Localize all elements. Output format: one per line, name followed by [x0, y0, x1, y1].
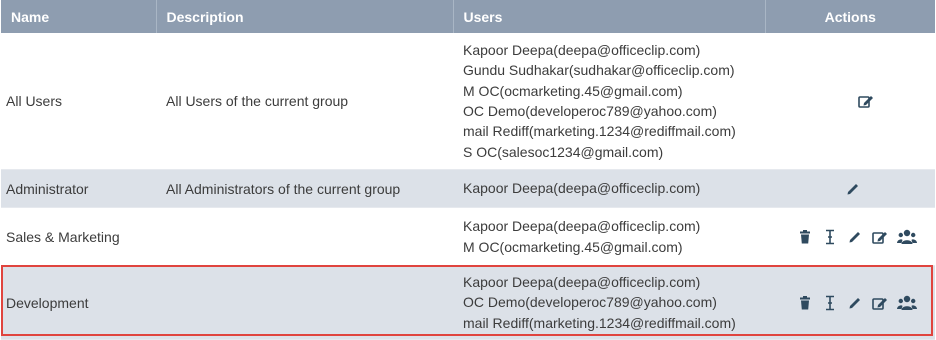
user-entry: S OC(salesoc1234@gmail.com)	[463, 143, 664, 160]
users-icon[interactable]	[896, 229, 917, 245]
row-actions	[765, 33, 935, 170]
user-entry: M OC(ocmarketing.45@gmail.com)	[463, 238, 683, 255]
edit-details-icon[interactable]	[857, 93, 874, 109]
group-description	[156, 265, 453, 340]
header-description[interactable]: Description	[156, 0, 454, 33]
user-entry: M OC(ocmarketing.45@gmail.com)	[463, 82, 683, 99]
group-name: Administrator	[1, 169, 156, 208]
edit-details-icon[interactable]	[871, 229, 888, 245]
text-cursor-icon[interactable]	[822, 295, 838, 311]
user-entry: mail Rediff(marketing.1234@rediffmail.co…	[463, 314, 736, 331]
header-name[interactable]: Name	[1, 0, 157, 33]
users-icon[interactable]	[896, 295, 917, 311]
group-description: All Users of the current group	[156, 33, 453, 170]
table-header-row: Name Description Users Actions	[1, 0, 935, 33]
group-description: All Administrators of the current group	[156, 169, 453, 208]
trash-icon[interactable]	[797, 229, 813, 245]
header-actions: Actions	[765, 0, 935, 33]
header-users[interactable]: Users	[453, 0, 766, 33]
user-entry: OC Demo(developeroc789@yahoo.com)	[463, 103, 717, 119]
table-row: All Users All Users of the current group…	[1, 33, 935, 170]
user-entry: OC Demo(developeroc789@yahoo.com)	[463, 294, 717, 311]
user-entry: Gundu Sudhakar(sudhakar@officeclip.com)	[463, 62, 735, 79]
table-row: Administrator All Administrators of the …	[1, 169, 935, 208]
text-cursor-icon[interactable]	[822, 229, 838, 245]
group-description	[156, 207, 453, 266]
row-actions	[765, 169, 935, 208]
group-name: Sales & Marketing	[1, 207, 156, 266]
pencil-icon[interactable]	[847, 229, 863, 245]
groups-table-container: Name Description Users Actions All Users…	[0, 0, 936, 340]
group-users: Kapoor Deepa(deepa@officeclip.com) M OC(…	[453, 207, 765, 266]
table-row: Sales & Marketing Kapoor Deepa(deepa@off…	[1, 207, 935, 266]
user-entry: Kapoor Deepa(deepa@officeclip.com)	[463, 218, 701, 235]
group-users: Kapoor Deepa(deepa@officeclip.com) OC De…	[453, 265, 765, 340]
edit-details-icon[interactable]	[871, 295, 888, 311]
table-row[interactable]: Development Kapoor Deepa(deepa@officecli…	[1, 265, 935, 340]
pencil-icon[interactable]	[847, 295, 863, 311]
group-users: Kapoor Deepa(deepa@officeclip.com) Gundu…	[453, 33, 765, 170]
row-actions	[765, 207, 935, 266]
group-users: Kapoor Deepa(deepa@officeclip.com)	[453, 169, 765, 208]
group-name: Development	[1, 265, 156, 340]
groups-table: Name Description Users Actions All Users…	[1, 0, 935, 340]
user-entry: Kapoor Deepa(deepa@officeclip.com)	[463, 180, 701, 197]
trash-icon[interactable]	[797, 295, 813, 311]
user-entry: Kapoor Deepa(deepa@officeclip.com)	[463, 42, 701, 59]
user-entry: Kapoor Deepa(deepa@officeclip.com)	[463, 274, 701, 291]
user-entry: mail Rediff(marketing.1234@rediffmail.co…	[463, 123, 736, 140]
row-actions	[765, 265, 935, 340]
group-name: All Users	[1, 33, 156, 170]
pencil-icon[interactable]	[845, 181, 861, 197]
